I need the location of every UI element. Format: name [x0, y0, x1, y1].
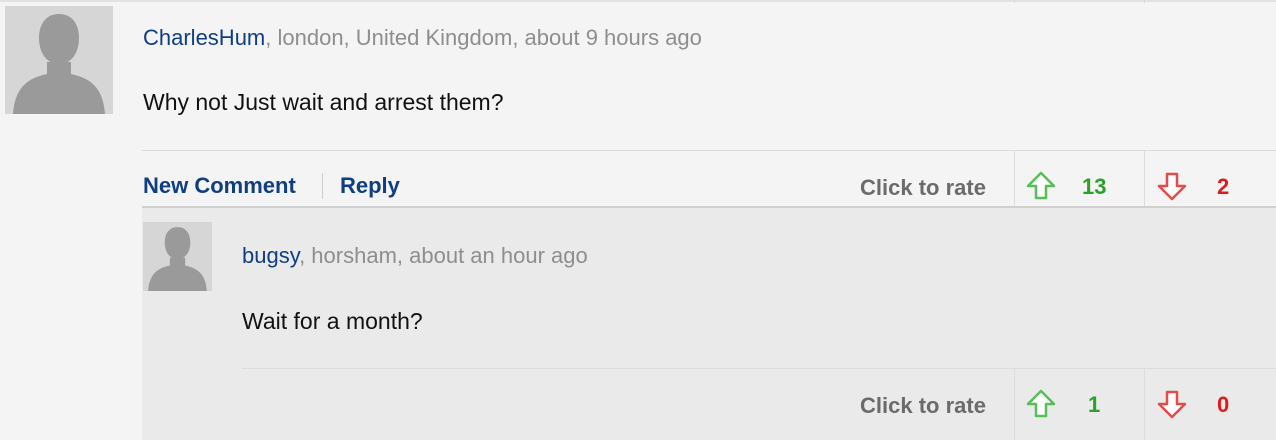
arrow-down-outline-icon[interactable] — [1157, 389, 1187, 419]
reply-location-time: , horsham, about an hour ago — [299, 243, 588, 268]
comment-footer-rule — [142, 150, 1276, 151]
rate-label: Click to rate — [860, 175, 986, 200]
top-border — [0, 0, 1276, 2]
reply-avatar[interactable] — [143, 222, 212, 291]
reply-username[interactable]: bugsy — [242, 243, 299, 268]
default-user-silhouette-icon — [143, 222, 212, 291]
top-divider — [1014, 0, 1015, 3]
reply-top-border — [142, 206, 1276, 208]
arrow-down-outline-icon[interactable] — [1157, 171, 1187, 201]
reply-rate-label: Click to rate — [860, 393, 986, 418]
comment-text: Why not Just wait and arrest them? — [143, 89, 504, 115]
comment-meta: CharlesHum, london, United Kingdom, abou… — [143, 25, 702, 51]
reply-downvote-count: 0 — [1217, 392, 1230, 417]
avatar[interactable] — [5, 6, 113, 114]
reply-upvote-count: 1 — [1088, 392, 1101, 417]
reply-button[interactable]: Reply — [340, 173, 400, 199]
action-separator — [322, 173, 323, 199]
reply-footer-rule — [242, 368, 1276, 369]
reply-rate-divider — [1014, 369, 1015, 440]
upvote-count: 13 — [1082, 174, 1107, 199]
reply-text: Wait for a month? — [242, 308, 423, 334]
reply-meta: bugsy, horsham, about an hour ago — [242, 243, 588, 269]
new-comment-button[interactable]: New Comment — [143, 173, 296, 199]
rate-divider — [1014, 151, 1015, 207]
arrow-up-outline-icon[interactable] — [1026, 171, 1056, 201]
reply-rate-divider — [1144, 369, 1145, 440]
default-user-silhouette-icon — [5, 6, 113, 114]
downvote-count: 2 — [1217, 174, 1230, 199]
top-divider — [1144, 0, 1145, 3]
comment-location-time: , london, United Kingdom, about 9 hours … — [265, 25, 702, 50]
arrow-up-outline-icon[interactable] — [1026, 389, 1056, 419]
comment-username[interactable]: CharlesHum — [143, 25, 265, 50]
rate-divider — [1144, 151, 1145, 207]
